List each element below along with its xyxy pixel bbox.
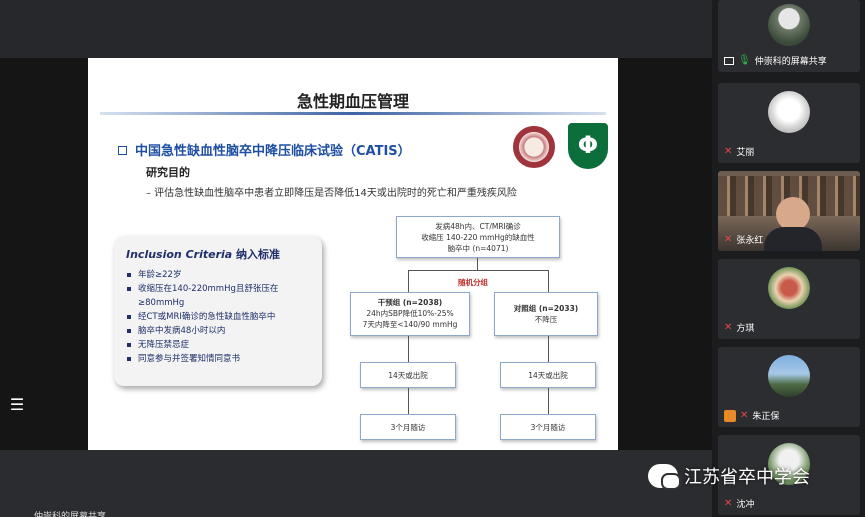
flow-connector [408,270,548,271]
participant-name: 沈冲 [736,500,755,510]
inclusion-title-cn: 纳入标准 [236,248,281,261]
right-followup-box: 14天或出院 [500,362,596,388]
participant-label: ✕ 艾丽 [724,145,754,158]
subtitle-text: 中国急性缺血性脑卒中降压临床试验（CATIS） [135,144,411,159]
participant-label: ✕ 张永红 [724,233,763,246]
inclusion-item: 年龄≥22岁 [126,268,310,282]
inclusion-item: 收缩压在140-220mmHg且舒张压在≥80mmHg [126,282,310,310]
slide-title: 急性期血压管理 [296,92,409,111]
participant-name: 方琪 [736,324,755,334]
flow-right-line: 对照组 (n=2033) [513,304,579,313]
watermark-text: 江苏省卒中学会 [684,467,810,488]
flow-left-line: 24h内SBP降低10%-25% [366,309,454,318]
menu-list-icon[interactable]: ☰ [6,394,28,416]
inclusion-title-en: Inclusion Criteria [126,248,233,261]
left-3month-box: 3个月随访 [360,414,456,440]
mic-muted-icon: ✕ [724,498,733,509]
flow-top-line: 发病48h内、CT/MRI确诊 [435,222,521,231]
logo-letter: Φ [577,131,599,159]
mic-muted-icon: ✕ [724,322,733,333]
participant-tile[interactable]: ✕ 朱正保 [718,347,860,427]
participant-label: 🎙 仲崇科的屏幕共享 [724,54,827,67]
flow-left-line: 7天内降至<140/90 mmHg [362,320,458,329]
inclusion-item: 经CT或MRI确诊的急性缺血性脑卒中 [126,310,310,324]
mic-muted-icon: ✕ [740,410,749,421]
participant-panel: 🎙 仲崇科的屏幕共享 ✕ 艾丽 ✕ 张永红 ✕ 方琪 ✕ 朱正保 ✕ 沈冲 [712,0,865,517]
participant-label: ✕ 沈冲 [724,497,754,510]
right-3month-box: 3个月随访 [500,414,596,440]
flow-connector [408,270,409,292]
purpose-text: – 评估急性缺血性脑卒中患者立即降压是否降低14天或出院时的死亡和严重残疾风险 [146,188,517,199]
flow-connector [548,336,549,362]
participant-label: ✕ 方琪 [724,321,754,334]
shared-slide: 急性期血压管理 中国急性缺血性脑卒中降压临床试验（CATIS） Φ 研究目的 –… [88,58,618,450]
university-seal-logo [513,126,555,168]
inclusion-item: 脑卒中发病48小时以内 [126,324,310,338]
screen-share-icon [724,56,734,65]
participant-name: 艾丽 [736,148,755,158]
flow-connector [408,336,409,362]
letterbox-left [0,58,88,450]
participant-body [764,227,822,251]
participant-tile[interactable]: 🎙 仲崇科的屏幕共享 [718,0,860,72]
participant-name: 张永红 [736,236,764,246]
participant-video-tile[interactable]: ✕ 张永红 [718,171,860,251]
mic-muted-icon: ✕ [724,146,733,157]
flow-connector [548,270,549,292]
avatar [768,267,810,309]
control-box: 对照组 (n=2033) 不降压 [494,292,598,336]
flow-connector [408,388,409,414]
left-followup-box: 14天或出院 [360,362,456,388]
participant-tile[interactable]: ✕ 艾丽 [718,83,860,163]
flow-connector [548,388,549,414]
slide-subtitle: 中国急性缺血性脑卒中降压临床试验（CATIS） [118,140,411,159]
bottom-share-label: 仲崇科的屏幕共享 [34,512,107,517]
intervention-box: 干预组 (n=2038) 24h内SBP降低10%-25% 7天内降至<140/… [350,292,470,336]
avatar [768,91,810,133]
flow-top-line: 脑卒中 (n=4071) [447,244,509,253]
wechat-icon [648,464,681,490]
flow-left-line: 干预组 (n=2038) [377,298,443,307]
tulane-logo: Φ [568,123,608,169]
avatar [768,355,810,397]
avatar [768,4,810,46]
randomization-label: 随机分组 [458,278,488,287]
participant-name: 仲崇科的屏幕共享 [754,57,827,67]
participant-label: ✕ 朱正保 [724,409,779,422]
purpose-heading: 研究目的 [146,166,190,179]
flow-top-box: 发病48h内、CT/MRI确诊 收缩压 140-220 mmHg的缺血性 脑卒中… [396,216,560,258]
participant-tile[interactable]: ✕ 方琪 [718,259,860,339]
flow-right-line: 不降压 [534,315,558,324]
flow-top-line: 收缩压 140-220 mmHg的缺血性 [421,233,535,242]
top-toolbar-area [0,0,712,58]
participant-face [776,197,810,231]
mic-on-icon: 🎙 [738,55,751,66]
letterbox-right [618,58,712,450]
mic-muted-icon: ✕ [724,234,733,245]
raise-hand-icon [724,409,736,422]
inclusion-criteria-box: Inclusion Criteria 纳入标准 年龄≥22岁 收缩压在140-2… [114,236,322,386]
flow-connector [477,258,478,270]
participant-name: 朱正保 [752,412,780,422]
inclusion-title: Inclusion Criteria 纳入标准 [126,246,310,262]
square-bullet-icon [118,146,127,155]
inclusion-item: 无降压禁忌症 [126,338,310,352]
inclusion-item: 同意参与并签署知情同意书 [126,352,310,366]
screen-share-area: 急性期血压管理 中国急性缺血性脑卒中降压临床试验（CATIS） Φ 研究目的 –… [0,0,712,517]
bottom-bar [0,450,712,517]
title-divider [100,112,606,115]
meeting-window: 急性期血压管理 中国急性缺血性脑卒中降压临床试验（CATIS） Φ 研究目的 –… [0,0,865,517]
wechat-watermark: 江苏省卒中学会 [648,463,810,490]
